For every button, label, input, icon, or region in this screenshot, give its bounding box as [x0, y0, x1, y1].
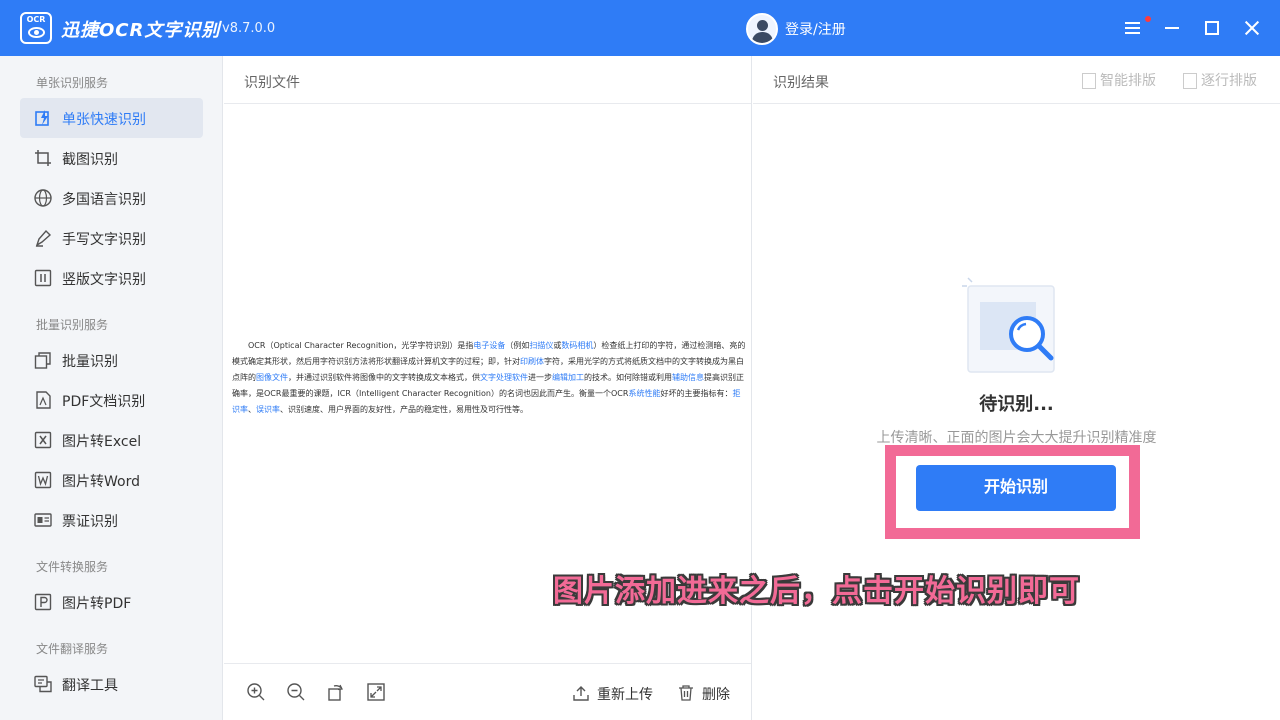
delete-label: 删除: [702, 687, 730, 703]
sidebar: 单张识别服务 单张快速识别 截图识别 多国语言识别 手写文字识别 竖版文字识别 …: [0, 56, 223, 720]
section-title-single: 单张识别服务: [36, 76, 109, 90]
file-toolbar: 重新上传 删除: [224, 663, 751, 720]
sidebar-item-label: 票证识别: [62, 514, 118, 530]
sidebar-item-screenshot[interactable]: 截图识别: [20, 138, 203, 178]
reupload-label: 重新上传: [597, 687, 653, 703]
title-bar: OCR 迅捷OCR文字识别 v8.7.0.0 登录/注册: [0, 0, 1280, 56]
globe-icon: [34, 189, 52, 207]
sidebar-item-excel[interactable]: 图片转Excel: [20, 420, 203, 460]
avatar[interactable]: [746, 13, 778, 45]
sidebar-item-translate[interactable]: 翻译工具: [20, 664, 203, 704]
sidebar-item-label: 图片转Excel: [62, 434, 142, 450]
result-panel-header: 识别结果 智能排版 逐行排版: [753, 56, 1280, 104]
waiting-illustration-icon: [962, 277, 1055, 373]
menu-icon[interactable]: [1120, 16, 1144, 40]
sidebar-item-label: 多国语言识别: [62, 192, 146, 208]
app-name: 迅捷OCR文字识别: [61, 20, 221, 41]
sidebar-item-handwriting[interactable]: 手写文字识别: [20, 218, 203, 258]
fit-screen-icon[interactable]: [366, 682, 386, 702]
sidebar-item-vertical-text[interactable]: 竖版文字识别: [20, 258, 203, 298]
logo-text: OCR: [26, 15, 46, 24]
hint-text: 上传清晰、正面的图片会大大提升识别精准度: [876, 430, 1157, 446]
sidebar-item-label: 批量识别: [62, 354, 118, 370]
sidebar-item-label: 图片转PDF: [62, 596, 132, 612]
tutorial-caption: 图片添加进来之后，点击开始识别即可: [553, 574, 1080, 609]
sidebar-item-label: 单张快速识别: [62, 112, 146, 128]
ocr-logo-icon: OCR: [20, 12, 52, 44]
smart-layout-icon: [1082, 73, 1096, 89]
sidebar-item-label: 截图识别: [62, 152, 118, 168]
section-title-convert: 文件转换服务: [36, 560, 109, 574]
pdf-convert-icon: [34, 593, 52, 611]
upload-icon: [573, 686, 589, 701]
maximize-icon[interactable]: [1200, 16, 1224, 40]
sidebar-item-image-to-pdf[interactable]: 图片转PDF: [20, 582, 203, 622]
crop-icon: [35, 150, 51, 166]
line-layout-label: 逐行排版: [1201, 73, 1257, 89]
notification-dot: [1145, 16, 1151, 22]
excel-icon: [34, 431, 52, 449]
sidebar-item-label: PDF文档识别: [62, 394, 146, 410]
start-recognition-button[interactable]: 开始识别: [916, 465, 1116, 511]
section-title-batch: 批量识别服务: [36, 318, 109, 332]
sidebar-item-pdf[interactable]: PDF文档识别: [20, 380, 203, 420]
rotate-icon[interactable]: [326, 682, 346, 702]
pen-icon: [35, 229, 52, 247]
result-panel-title: 识别结果: [773, 75, 829, 91]
word-icon: [34, 471, 52, 489]
login-register-link[interactable]: 登录/注册: [785, 19, 846, 39]
translate-icon: [34, 675, 52, 693]
line-layout-icon: [1183, 73, 1197, 89]
zoom-out-icon[interactable]: [286, 682, 306, 702]
sidebar-item-multilang[interactable]: 多国语言识别: [20, 178, 203, 218]
sidebar-item-label: 竖版文字识别: [62, 272, 146, 288]
section-title-translate: 文件翻译服务: [36, 642, 109, 656]
app-version: v8.7.0.0: [222, 21, 276, 36]
trash-icon: [679, 685, 693, 701]
sidebar-item-label: 翻译工具: [62, 678, 118, 694]
app-window: OCR 迅捷OCR文字识别 v8.7.0.0 登录/注册 单张识别服务 单张快速…: [0, 0, 1280, 720]
minimize-icon[interactable]: [1160, 16, 1184, 40]
close-icon[interactable]: [1240, 16, 1264, 40]
sidebar-item-label: 手写文字识别: [62, 232, 146, 248]
sidebar-item-id-card[interactable]: 票证识别: [20, 500, 203, 540]
smart-layout-label: 智能排版: [1100, 73, 1156, 89]
reupload-button[interactable]: 重新上传: [573, 684, 653, 704]
status-text: 待识别...: [979, 394, 1054, 415]
line-layout-button[interactable]: 逐行排版: [1183, 70, 1257, 90]
sidebar-item-label: 图片转Word: [62, 474, 140, 490]
sidebar-item-word[interactable]: 图片转Word: [20, 460, 203, 500]
pdf-icon: [36, 391, 51, 409]
delete-button[interactable]: 删除: [678, 684, 730, 704]
result-panel: 识别结果 智能排版 逐行排版 待识别... 上传清晰、正面的图片会大大提升识别精…: [753, 56, 1280, 720]
file-panel: 识别文件 OCR（Optical Character Recognition，光…: [224, 56, 752, 720]
document-preview: OCR（Optical Character Recognition，光学字符识别…: [232, 341, 746, 414]
smart-layout-button[interactable]: 智能排版: [1082, 70, 1156, 90]
stack-icon: [34, 352, 51, 369]
file-panel-header: 识别文件: [224, 56, 751, 104]
lightning-doc-icon: [35, 110, 49, 126]
file-panel-title: 识别文件: [244, 75, 300, 91]
id-card-icon: [34, 513, 52, 527]
vertical-text-icon: [34, 269, 52, 287]
sidebar-item-batch[interactable]: 批量识别: [20, 340, 203, 380]
sidebar-item-quick-recognition[interactable]: 单张快速识别: [20, 98, 203, 138]
zoom-in-icon[interactable]: [246, 682, 266, 702]
